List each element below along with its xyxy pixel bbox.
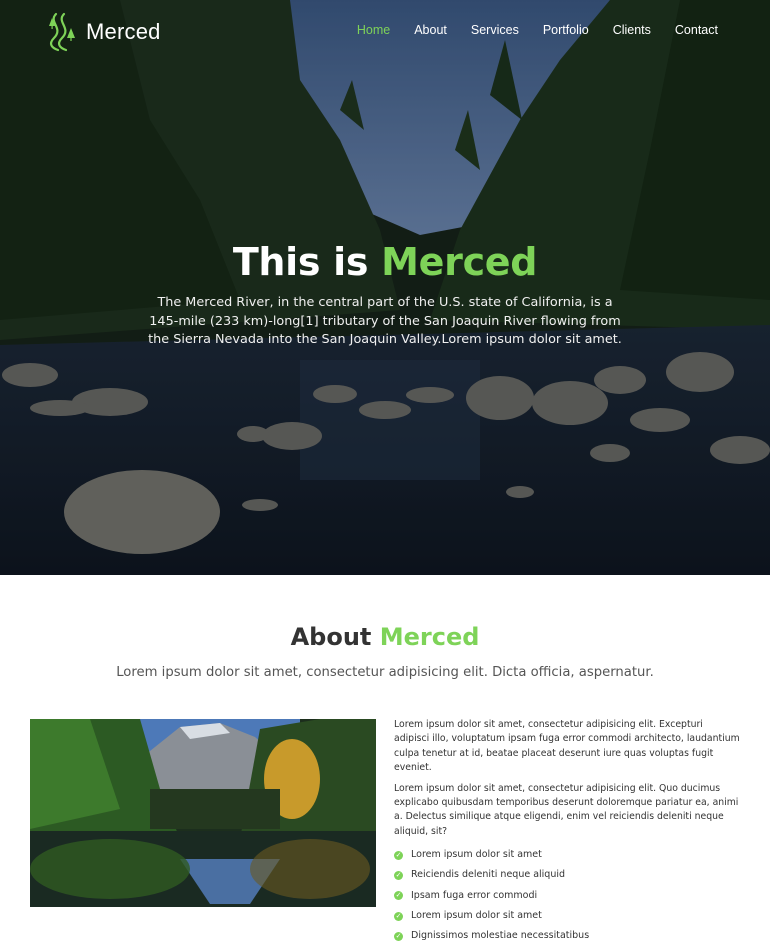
nav-contact[interactable]: Contact [675,23,718,37]
list-item-label: Ipsam fuga error commodi [411,889,538,901]
about-title: About Merced [0,623,770,651]
nav-portfolio[interactable]: Portfolio [543,23,589,37]
check-circle-icon: ✓ [394,932,403,942]
nav-home[interactable]: Home [357,23,390,37]
list-item-label: Lorem ipsum dolor sit amet [411,849,542,861]
river-trees-icon [49,12,75,52]
main-nav: Home About Services Portfolio Clients Co… [333,23,718,37]
hero-section: Merced Home About Services Portfolio Cli… [0,0,770,575]
list-item: ✓ Dignissimos molestiae necessitatibus [394,926,740,946]
nav-about[interactable]: About [414,23,447,37]
site-header: Merced Home About Services Portfolio Cli… [0,0,770,64]
list-item: ✓ Lorem ipsum dolor sit amet [394,906,740,926]
about-image [30,719,376,907]
logo[interactable]: Merced [44,12,161,52]
list-item: ✓ Ipsam fuga error commodi [394,886,740,906]
hero-title: This is Merced [0,240,770,284]
about-paragraph-2: Lorem ipsum dolor sit amet, consectetur … [394,782,739,837]
list-item: ✓ Reiciendis deleniti neque aliquid [394,866,740,886]
about-section: About Merced Lorem ipsum dolor sit amet,… [0,575,770,941]
about-title-prefix: About [290,623,380,651]
hero-description: The Merced River, in the central part of… [148,295,622,347]
check-circle-icon: ✓ [394,850,403,860]
brand-name: Merced [86,19,161,44]
check-circle-icon: ✓ [394,911,403,921]
list-item-label: Dignissimos molestiae necessitatibus [411,930,590,942]
check-circle-icon: ✓ [394,871,403,881]
nav-services[interactable]: Services [471,23,519,37]
hero-title-prefix: This is [232,240,382,284]
hero-text: This is Merced The Merced River, in the … [0,240,770,350]
list-item-label: Reiciendis deleniti neque aliquid [411,869,566,881]
about-subtitle: Lorem ipsum dolor sit amet, consectetur … [116,665,654,680]
list-item: ✓ Lorem ipsum dolor sit amet [394,845,740,865]
nav-clients[interactable]: Clients [613,23,651,37]
about-feature-list: ✓ Lorem ipsum dolor sit amet ✓ Reiciendis … [394,845,740,946]
hero-title-accent: Merced [381,240,538,284]
about-body: Lorem ipsum dolor sit amet, consectetur … [394,718,740,947]
about-title-accent: Merced [379,623,480,651]
mountain-lake-image [30,719,376,907]
list-item-label: Lorem ipsum dolor sit amet [411,910,542,922]
check-circle-icon: ✓ [394,891,403,901]
about-paragraph-1: Lorem ipsum dolor sit amet, consectetur … [394,719,740,774]
